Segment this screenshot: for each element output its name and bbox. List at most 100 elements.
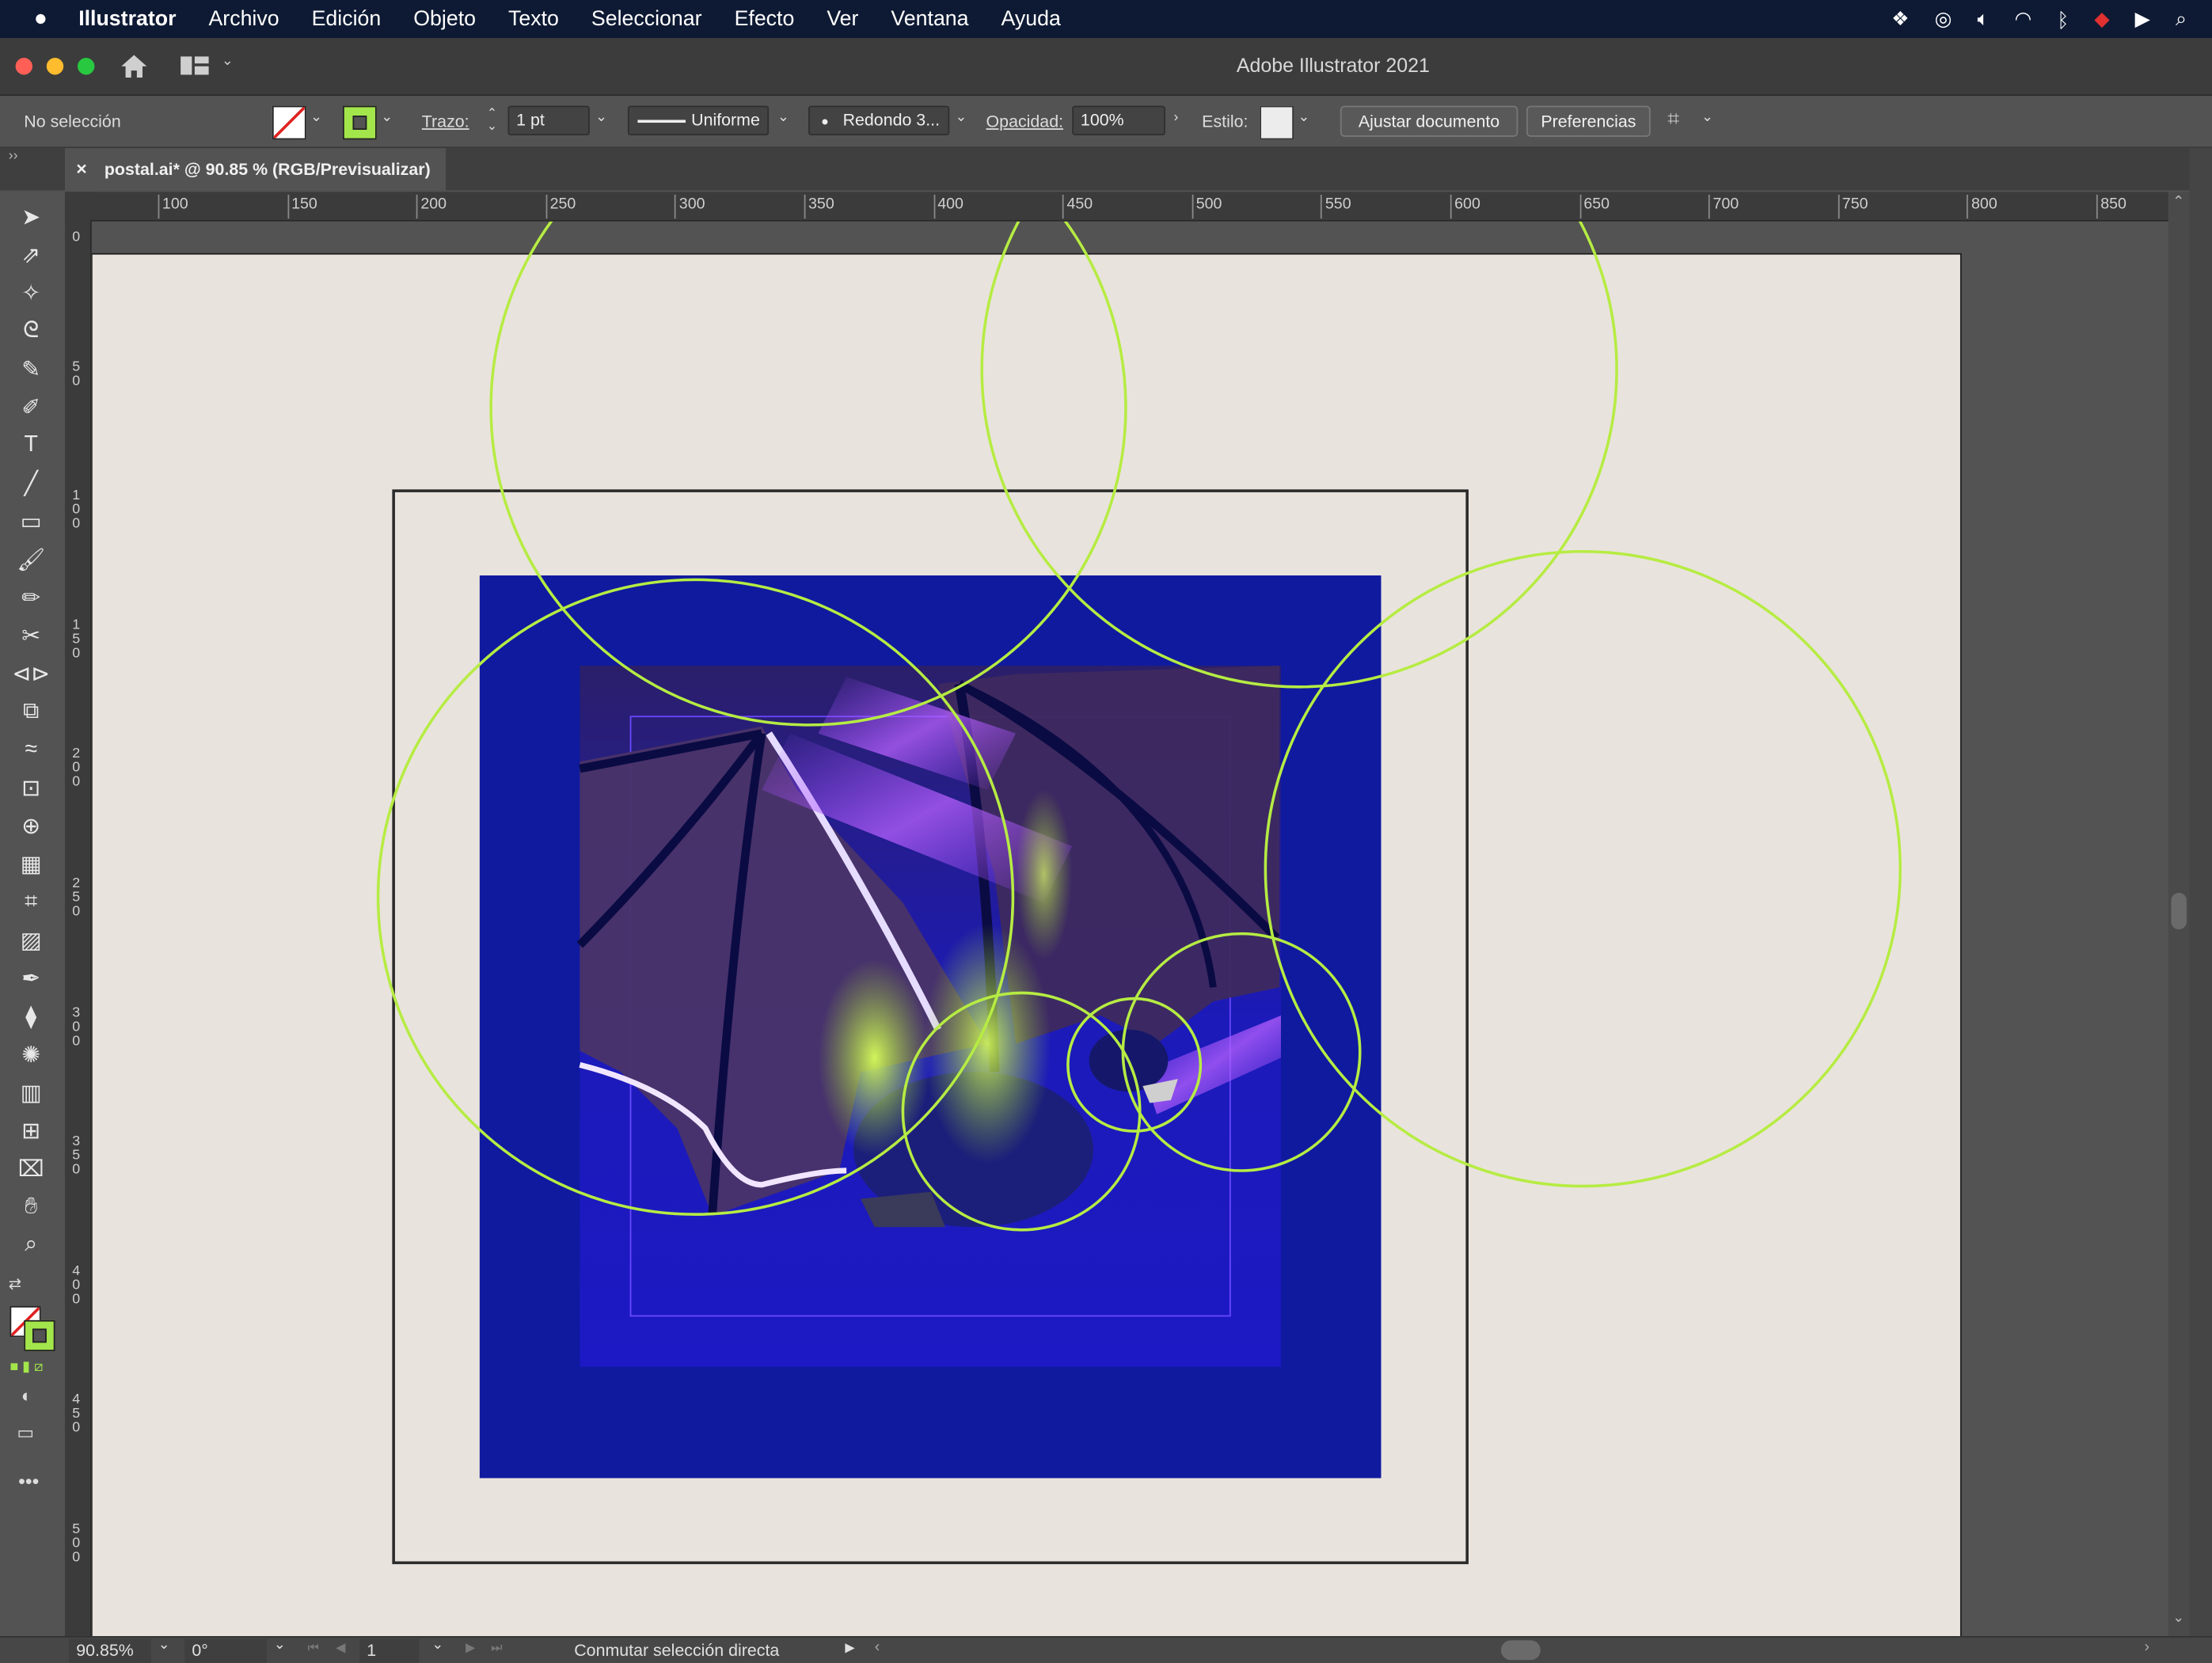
menu-seleccionar[interactable]: Seleccionar xyxy=(591,7,702,31)
style-swatch[interactable] xyxy=(1260,105,1294,140)
style-chevron-icon[interactable]: ⌄ xyxy=(1298,110,1309,126)
zoom-field[interactable]: 90.85% xyxy=(69,1638,151,1663)
dropbox-icon[interactable]: ❖ xyxy=(1891,7,1909,31)
bluetooth-icon[interactable]: ᛒ xyxy=(2057,8,2069,31)
brush-select[interactable]: ● Redondo 3... xyxy=(808,105,950,136)
color-mode-icon[interactable]: ■ ▮ ⧄ xyxy=(10,1360,43,1376)
artboard-chevron-icon[interactable]: ⌄ xyxy=(431,1638,443,1654)
rotation-field[interactable]: 0° xyxy=(184,1638,267,1663)
first-artboard-icon[interactable]: ⏮ xyxy=(307,1640,318,1656)
zoom-chevron-icon[interactable]: ⌄ xyxy=(158,1638,170,1654)
document-tab[interactable]: × postal.ai* @ 90.85 % (RGB/Previsualiza… xyxy=(64,148,447,191)
menu-ayuda[interactable]: Ayuda xyxy=(1001,7,1061,31)
mcafee-icon[interactable]: ◆ xyxy=(2094,7,2109,31)
stroke-profile-select[interactable]: Uniforme xyxy=(627,105,770,136)
apple-icon[interactable]: ● xyxy=(34,6,48,32)
status-menu-arrow-icon[interactable]: ▶ xyxy=(845,1640,854,1656)
horizontal-scroll-thumb[interactable] xyxy=(1500,1640,1541,1661)
symbol-sprayer-icon[interactable]: ✺ xyxy=(13,1038,49,1072)
menu-ver[interactable]: Ver xyxy=(827,7,858,31)
volume-icon[interactable]: 🔈︎ xyxy=(1977,7,1989,31)
fill-stroke-swap-icon[interactable]: ⇄ xyxy=(9,1275,21,1293)
free-transform-icon[interactable]: ⊡ xyxy=(13,772,49,806)
menu-efecto[interactable]: Efecto xyxy=(735,7,795,31)
scroll-left-icon[interactable]: ‹ xyxy=(875,1639,880,1656)
pen-icon[interactable]: ✎ xyxy=(13,352,49,386)
artboard-icon[interactable]: ⊞ xyxy=(13,1114,49,1149)
direct-selection-tool-icon[interactable]: ⇗ xyxy=(13,238,49,272)
perspective-grid-icon[interactable]: ▦ xyxy=(13,848,49,882)
rotation-chevron-icon[interactable]: ⌄ xyxy=(274,1638,286,1654)
hand-icon[interactable]: ✋︎ xyxy=(13,1190,49,1224)
zoom-icon[interactable]: ⌕ xyxy=(13,1228,49,1262)
blend-icon[interactable]: ⧫ xyxy=(13,1000,49,1034)
collapse-panels-icon[interactable]: ›› xyxy=(9,148,18,164)
menu-texto[interactable]: Texto xyxy=(508,7,559,31)
stroke-weight-chevron-icon[interactable]: ⌄ xyxy=(595,110,607,126)
opacity-label[interactable]: Opacidad: xyxy=(986,112,1063,131)
line-icon[interactable]: ╱ xyxy=(13,467,49,501)
opacity-arrow-icon[interactable]: › xyxy=(1174,110,1179,126)
spotlight-search-icon[interactable]: ⌕ xyxy=(2176,7,2187,31)
fill-swatch[interactable] xyxy=(272,105,306,140)
column-graph-icon[interactable]: ▥ xyxy=(13,1076,49,1111)
panel-dock-strip[interactable] xyxy=(2189,148,2212,1637)
artboard-number-field[interactable]: 1 xyxy=(359,1638,420,1663)
slice-icon[interactable]: ⌧ xyxy=(13,1152,49,1187)
fit-document-button[interactable]: Ajustar documento xyxy=(1340,105,1518,137)
selection-tool-icon[interactable]: ➤ xyxy=(13,200,49,234)
mesh-icon[interactable]: ⌗ xyxy=(13,886,49,920)
scroll-down-icon[interactable]: ⌄ xyxy=(2172,1611,2184,1627)
close-tab-icon[interactable]: × xyxy=(76,158,87,180)
scissors-icon[interactable]: ✂ xyxy=(13,619,49,653)
ruler-origin[interactable] xyxy=(66,192,91,220)
scroll-right-icon[interactable]: › xyxy=(2144,1639,2149,1656)
rectangle-icon[interactable]: ▭ xyxy=(13,505,49,539)
preferences-button[interactable]: Preferencias xyxy=(1526,105,1651,137)
wifi-icon[interactable]: ◠ xyxy=(2014,7,2031,31)
horizontal-ruler[interactable]: 100 150 200 250 300 350 400 450 500 550 600 650 700 7… xyxy=(66,192,2168,222)
stroke-box[interactable] xyxy=(24,1319,55,1352)
play-icon[interactable]: ▶ xyxy=(2135,7,2150,31)
vertical-ruler[interactable]: 0 50 100 150 200 250 300 350 400 450 500 xyxy=(66,219,92,1637)
type-icon[interactable]: T xyxy=(13,429,49,463)
previous-artboard-icon[interactable]: ◀ xyxy=(336,1640,345,1656)
scale-icon[interactable]: ⧉ xyxy=(13,695,49,729)
paintbrush-icon[interactable]: 🖌︎ xyxy=(13,543,49,577)
fill-chevron-icon[interactable]: ⌄ xyxy=(310,110,322,126)
next-artboard-icon[interactable]: ▶ xyxy=(466,1640,475,1656)
shaper-icon[interactable]: ✏︎ xyxy=(13,581,49,615)
last-artboard-icon[interactable]: ⏭ xyxy=(491,1640,502,1656)
stroke-profile-chevron-icon[interactable]: ⌄ xyxy=(777,110,789,126)
curvature-icon[interactable]: ✐ xyxy=(13,391,49,425)
draw-mode-icon[interactable]: ◐ xyxy=(21,1385,32,1407)
arrange-icon[interactable]: ⌗ xyxy=(1667,107,1679,131)
reflect-icon[interactable]: ⊲⊳ xyxy=(12,657,50,691)
menu-app-illustrator[interactable]: Illustrator xyxy=(78,7,176,31)
vertical-scrollbar[interactable]: ⌃ ⌄ xyxy=(2168,192,2190,1637)
magic-wand-icon[interactable]: ✧ xyxy=(13,276,49,310)
stroke-swatch[interactable] xyxy=(343,105,377,140)
creative-cloud-icon[interactable]: ◎ xyxy=(1935,7,1952,31)
screen-mode-icon[interactable]: ▭ xyxy=(17,1422,34,1445)
menu-archivo[interactable]: Archivo xyxy=(208,7,279,31)
menu-edicion[interactable]: Edición xyxy=(312,7,382,31)
arrange-chevron-icon[interactable]: ⌄ xyxy=(1701,110,1713,126)
stroke-label[interactable]: Trazo: xyxy=(422,112,469,131)
stroke-chevron-icon[interactable]: ⌄ xyxy=(381,110,393,126)
stroke-weight-field[interactable]: 1 pt xyxy=(507,105,590,136)
canvas[interactable] xyxy=(91,221,2168,1637)
more-tools-icon[interactable]: ••• xyxy=(18,1470,39,1493)
canvas-artwork[interactable] xyxy=(91,221,2168,1637)
brush-chevron-icon[interactable]: ⌄ xyxy=(955,110,967,126)
shape-builder-icon[interactable]: ⊕ xyxy=(13,810,49,844)
gradient-icon[interactable]: ▨ xyxy=(13,924,49,958)
vertical-scroll-thumb[interactable] xyxy=(2171,892,2187,930)
scroll-up-icon[interactable]: ⌃ xyxy=(2172,195,2184,211)
warp-icon[interactable]: ≈ xyxy=(13,734,49,768)
menu-ventana[interactable]: Ventana xyxy=(891,7,968,31)
opacity-field[interactable]: 100% xyxy=(1072,105,1165,136)
eyedropper-icon[interactable]: ✒︎ xyxy=(13,962,49,996)
lasso-icon[interactable]: ᘓ xyxy=(13,314,49,348)
stroke-stepper-icon[interactable]: ⌃ ⌄ xyxy=(487,107,497,132)
